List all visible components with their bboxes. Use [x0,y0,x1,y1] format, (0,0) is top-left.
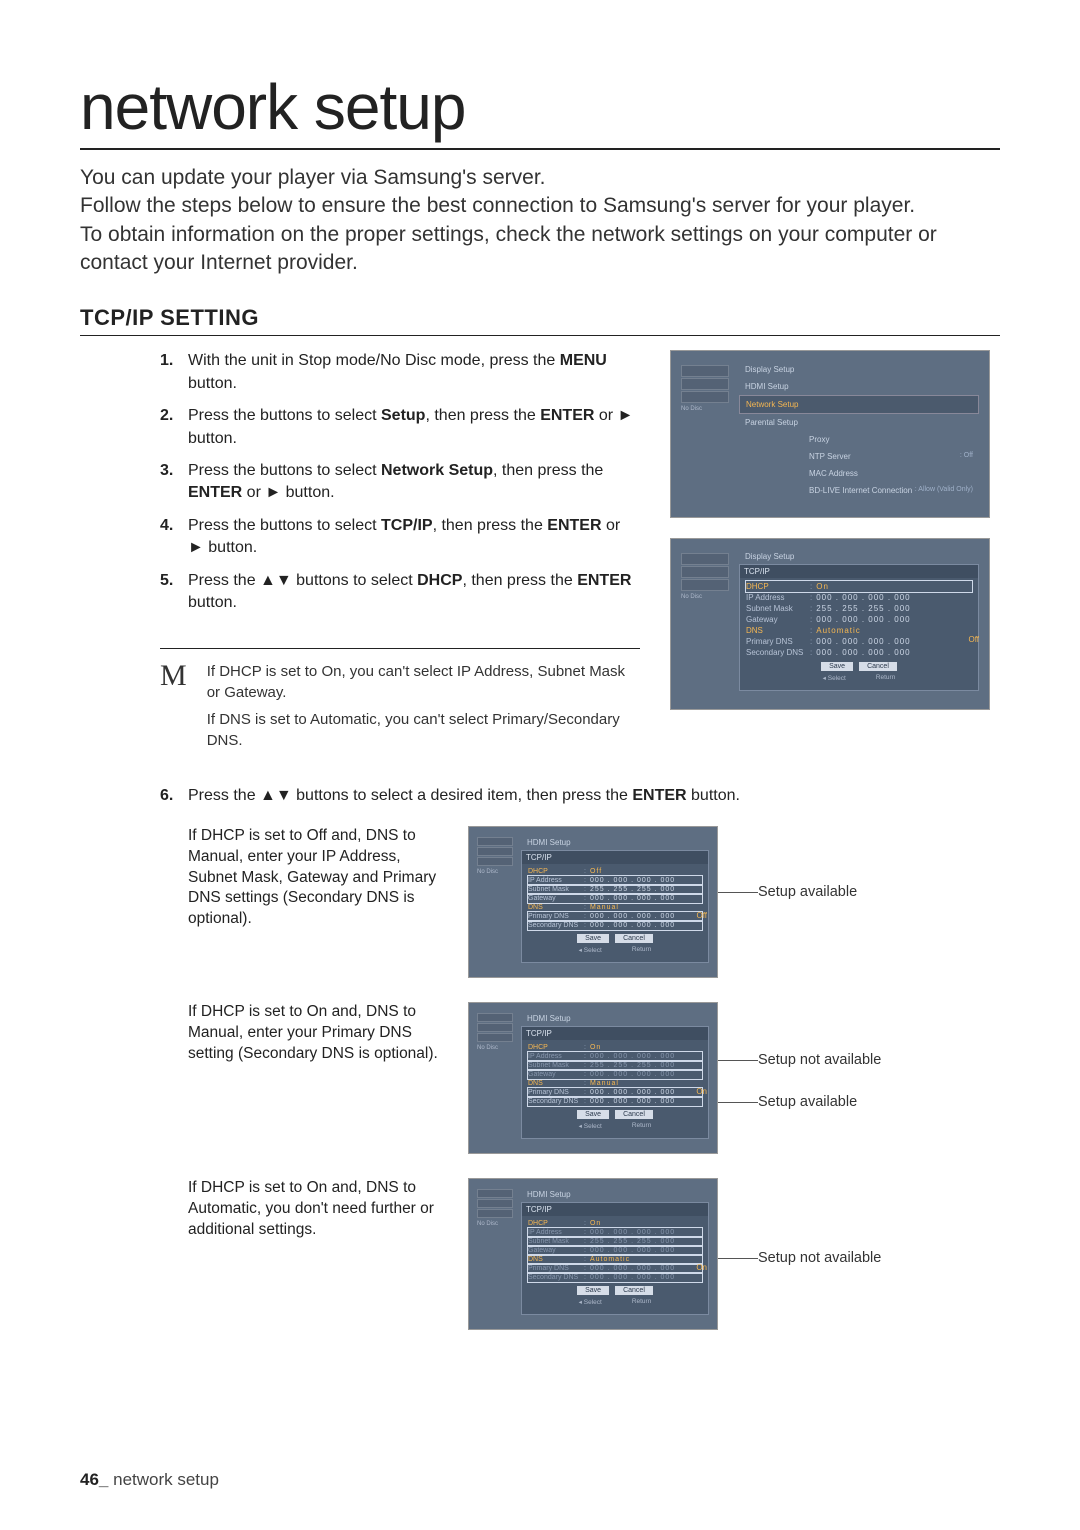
steps-list: 1.With the unit in Stop mode/No Disc mod… [160,350,640,614]
screenshot-scenario-1: No DiscHDMI SetupTCP/IPDHCP:OffIP Addres… [468,826,718,978]
section-heading: TCP/IP SETTING [80,305,1000,336]
page-footer: 46_ network setup [80,1470,219,1490]
step-6: 6. Press the ▲▼ buttons to select a desi… [80,785,1000,807]
callout-label: Setup available [758,884,857,900]
note-icon: M [160,661,187,757]
callout-label: Setup available [758,1094,857,1110]
note-block: M If DHCP is set to On, you can't select… [160,648,640,757]
page-title: network setup [80,70,1000,150]
screenshot-scenario-3: No DiscHDMI SetupTCP/IPDHCP:OnIP Address… [468,1178,718,1330]
screenshot-tcpip-dhcp-on: No DiscDisplay SetupTCP/IPDHCP:OnIP Addr… [670,538,990,710]
intro-text: You can update your player via Samsung's… [80,164,1000,277]
callout-label: Setup not available [758,1052,881,1068]
screenshot-network-setup-menu: No Disc Display SetupHDMI SetupNetwork S… [670,350,990,518]
screenshot-scenario-2: No DiscHDMI SetupTCP/IPDHCP:OnIP Address… [468,1002,718,1154]
callout-label: Setup not available [758,1250,881,1266]
